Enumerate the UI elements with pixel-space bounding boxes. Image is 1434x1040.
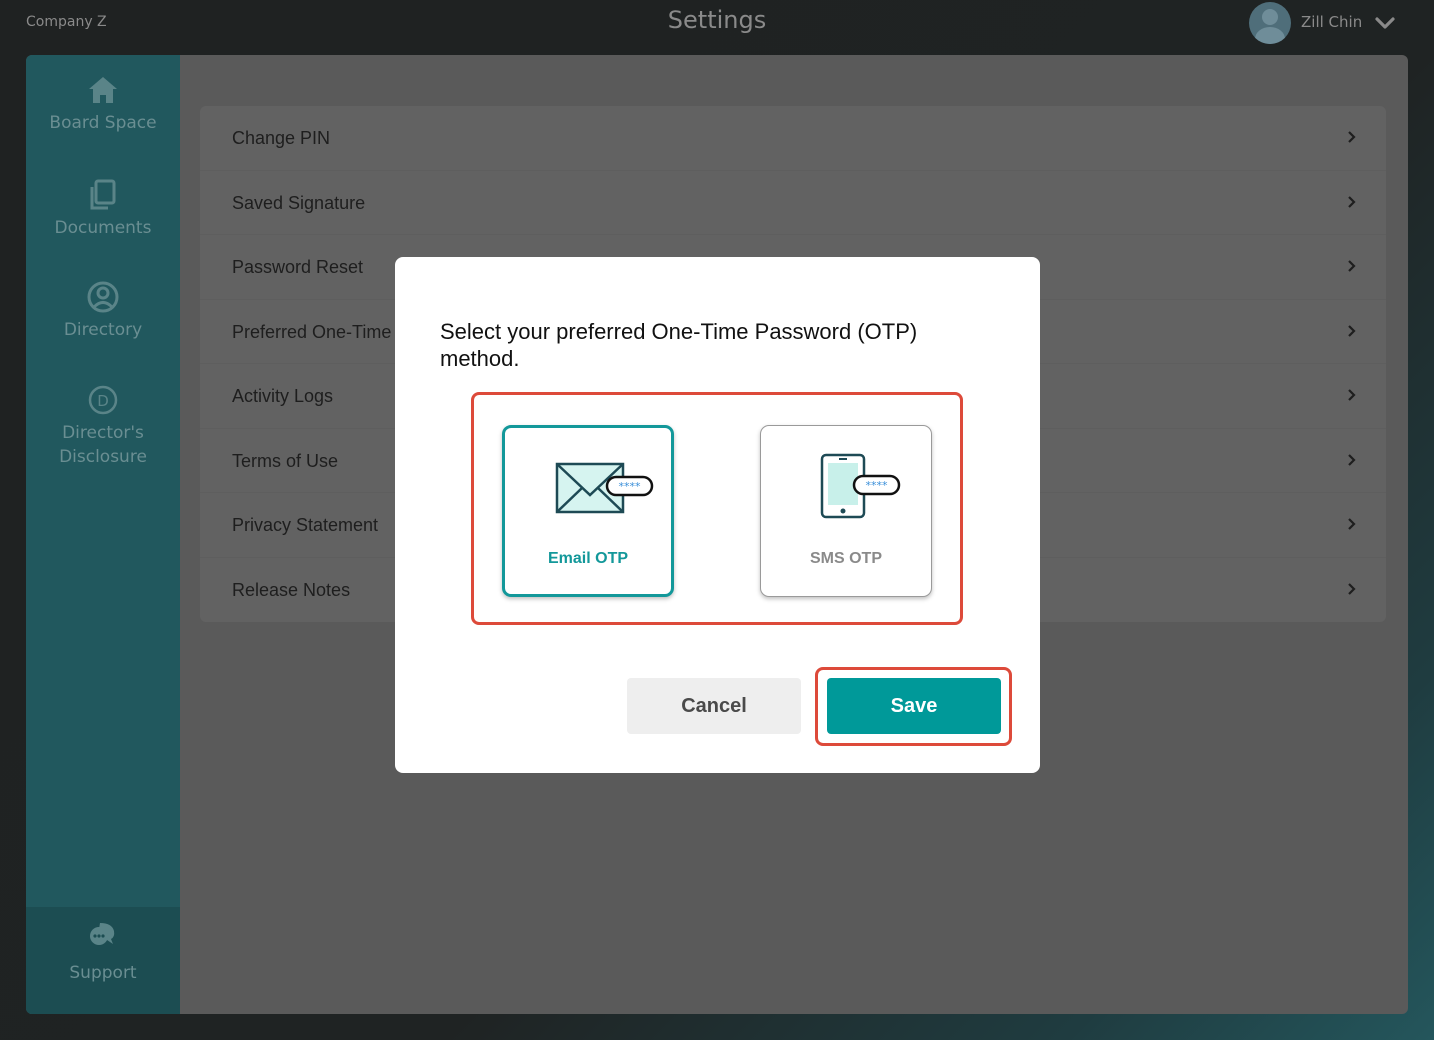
chevron-right-icon bbox=[1348, 260, 1356, 272]
settings-row-change-pin[interactable]: Change PIN bbox=[200, 106, 1386, 171]
chevron-right-icon bbox=[1348, 582, 1356, 595]
chat-bubbles-icon bbox=[90, 923, 115, 945]
sidebar-item-label: Board Space bbox=[49, 113, 157, 133]
otp-method-dialog: Select your preferred One-Time Password … bbox=[395, 257, 1040, 773]
chevron-right-icon bbox=[1348, 453, 1356, 466]
documents-icon bbox=[90, 179, 116, 210]
user-avatar[interactable] bbox=[1249, 2, 1291, 44]
sidebar-item-label: Director's Disclosure bbox=[59, 423, 147, 467]
support-label: Support bbox=[69, 963, 137, 983]
sidebar-item-support[interactable]: Support bbox=[26, 907, 180, 1014]
home-icon bbox=[89, 77, 117, 103]
email-otp-label: Email OTP bbox=[547, 550, 629, 567]
user-circle-icon bbox=[87, 281, 119, 313]
sidebar-item-label: Documents bbox=[54, 218, 152, 238]
sidebar-item-directory[interactable]: Directory bbox=[26, 280, 180, 342]
sms-otp-label: SMS OTP bbox=[809, 550, 882, 567]
envelope-password-icon: **** bbox=[555, 462, 654, 514]
chevron-right-icon bbox=[1348, 324, 1356, 337]
settings-row-label: Preferred One-Time bbox=[232, 321, 392, 342]
dialog-prompt: Select your preferred One-Time Password … bbox=[440, 319, 918, 371]
top-bar: Company Z Settings Zill Chin bbox=[0, 0, 1434, 55]
d-circle-icon: D bbox=[88, 385, 118, 415]
phone-password-icon: **** bbox=[820, 453, 901, 519]
sms-otp-option[interactable]: **** SMS OTP bbox=[760, 425, 932, 597]
sidebar-item-directors-disclosure[interactable]: D Director's Disclosure bbox=[26, 383, 180, 469]
cancel-button[interactable]: Cancel bbox=[627, 678, 801, 734]
password-mask: **** bbox=[866, 479, 889, 492]
settings-row-label: Release Notes bbox=[232, 579, 351, 600]
sidebar-item-documents[interactable]: Documents bbox=[26, 178, 180, 240]
settings-row-label: Password Reset bbox=[232, 257, 364, 277]
chevron-right-icon bbox=[1348, 131, 1356, 143]
settings-row-label: Privacy Statement bbox=[232, 515, 379, 535]
sidebar-item-label: Directory bbox=[63, 320, 143, 340]
settings-row-label: Saved Signature bbox=[232, 192, 366, 213]
email-otp-option[interactable]: **** Email OTP bbox=[502, 425, 674, 597]
chevron-right-icon bbox=[1348, 195, 1356, 208]
page-title: Settings bbox=[667, 6, 767, 34]
settings-row-label: Change PIN bbox=[232, 128, 331, 148]
sidebar: Board Space Documents Directory D Direct… bbox=[26, 55, 180, 1014]
settings-row-saved-signature[interactable]: Saved Signature bbox=[200, 170, 1386, 235]
save-button[interactable]: Save bbox=[827, 678, 1001, 734]
chevron-right-icon bbox=[1348, 389, 1356, 401]
settings-row-label: Terms of Use bbox=[232, 450, 339, 471]
user-name[interactable]: Zill Chin bbox=[1301, 13, 1362, 31]
sidebar-item-board-space[interactable]: Board Space bbox=[26, 73, 180, 135]
chevron-down-icon[interactable] bbox=[1374, 12, 1396, 34]
chevron-right-icon bbox=[1348, 518, 1356, 530]
svg-text:D: D bbox=[97, 392, 109, 410]
settings-row-label: Activity Logs bbox=[232, 386, 334, 406]
password-mask: **** bbox=[619, 480, 642, 493]
